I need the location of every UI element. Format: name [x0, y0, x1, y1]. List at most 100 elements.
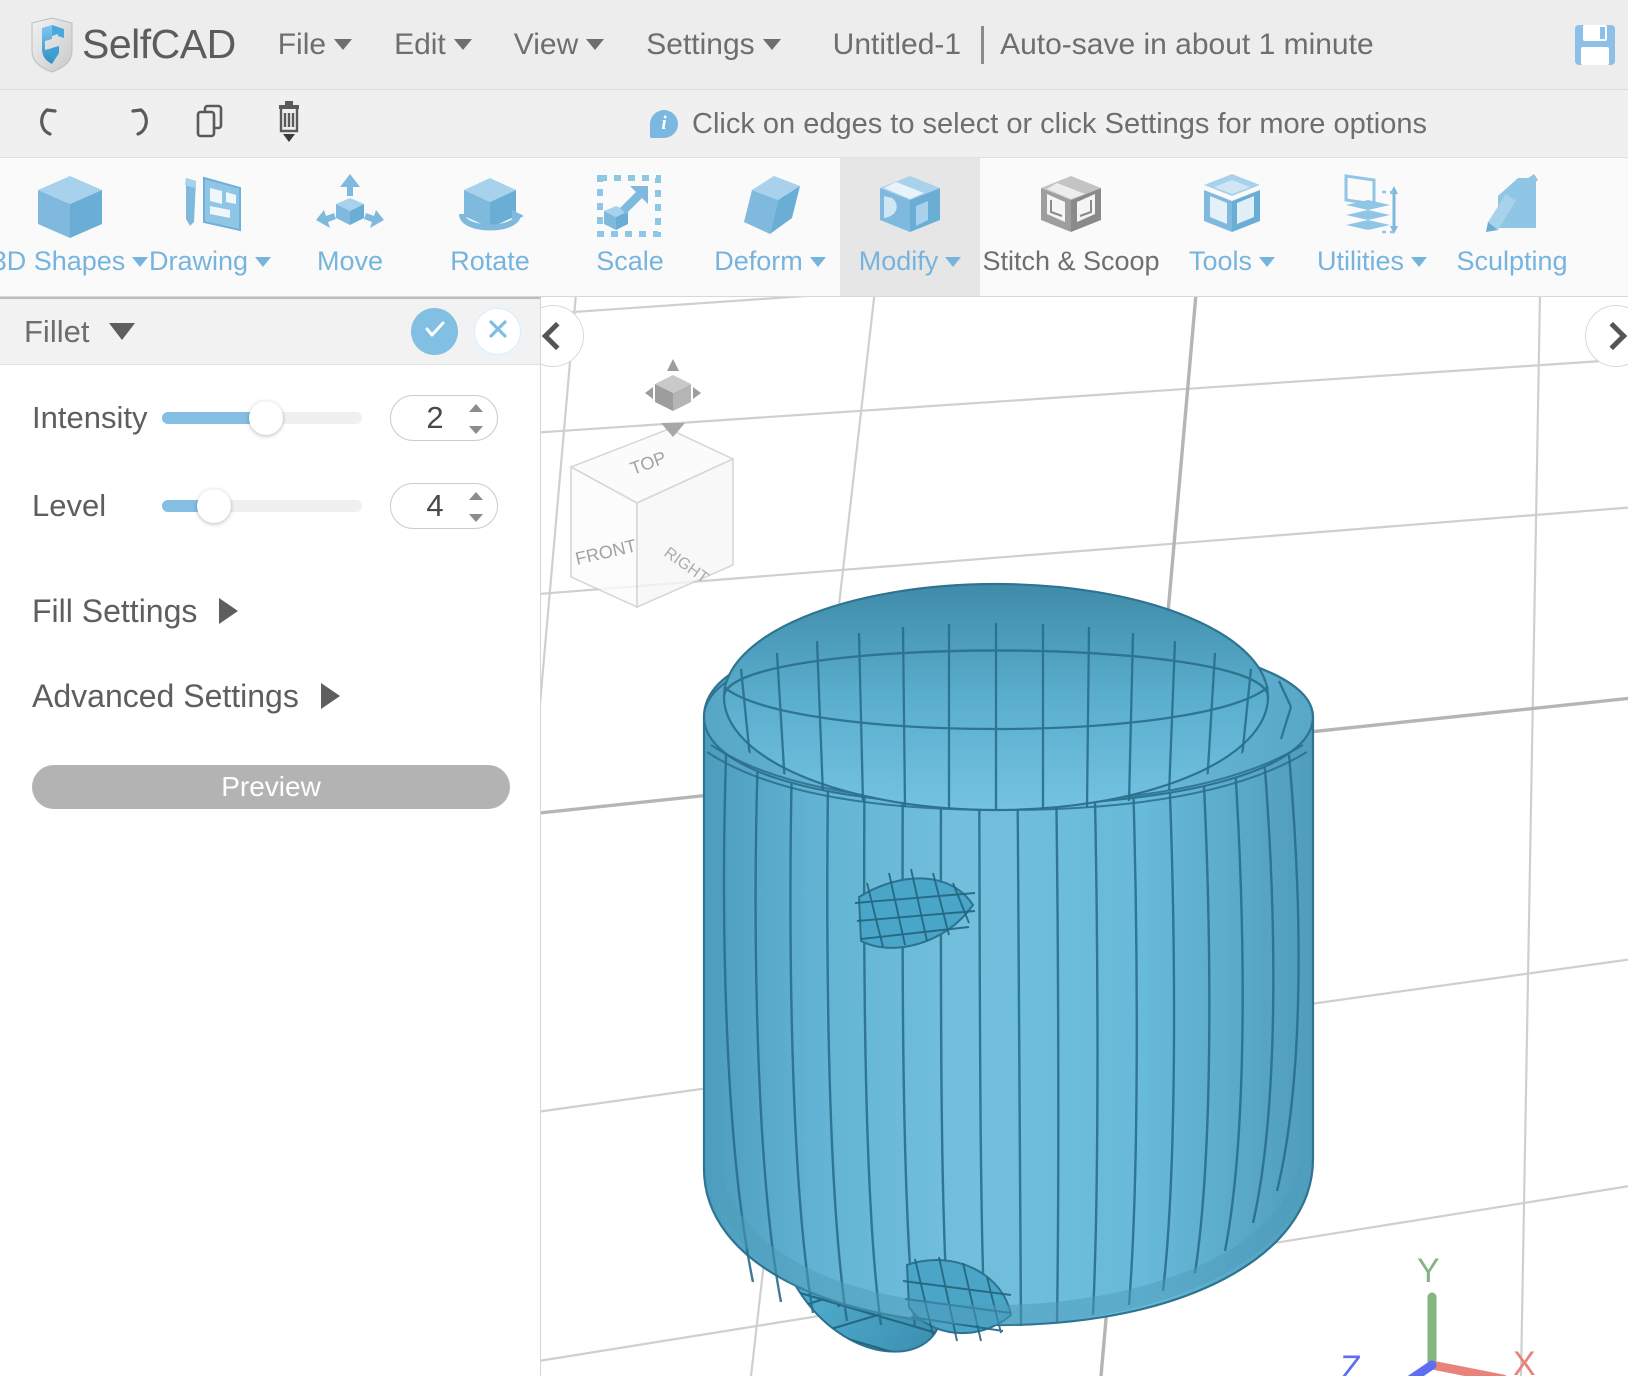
ribbon-item-text: Move [317, 246, 383, 277]
check-icon [422, 316, 448, 347]
ribbon-item-tools[interactable]: Tools [1162, 158, 1302, 296]
brand-name: SelfCAD [82, 21, 236, 68]
intensity-slider[interactable] [162, 412, 362, 424]
axis-label-z: Z [1341, 1349, 1362, 1376]
sculpting-chisel-icon [1472, 170, 1552, 244]
tools-cube-icon [1192, 170, 1272, 244]
preview-button[interactable]: Preview [32, 765, 510, 809]
ribbon-item-text: Rotate [450, 246, 530, 277]
brand-logo[interactable]: SelfCAD [28, 17, 236, 73]
ribbon-item-text: Utilities [1317, 246, 1404, 277]
intensity-stepper[interactable] [469, 404, 483, 434]
delete-button[interactable] [260, 95, 318, 153]
ribbon-item-drawing[interactable]: Drawing [140, 158, 280, 296]
save-button[interactable] [1572, 22, 1618, 73]
menu-view-label: View [514, 28, 578, 62]
pencil-blueprint-icon [170, 170, 250, 244]
intensity-slider-handle[interactable] [249, 401, 283, 435]
undo-arrow-icon [34, 100, 76, 147]
ribbon-item-text: Scale [596, 246, 664, 277]
ribbon-label: Move [317, 246, 383, 277]
chevron-down-icon [810, 257, 826, 267]
utilities-layers-icon [1332, 170, 1412, 244]
level-value: 4 [426, 488, 443, 524]
close-x-icon [485, 316, 511, 347]
ribbon-item-stitch-and-scoop[interactable]: Stitch & Scoop [980, 158, 1162, 296]
menu-bar: SelfCAD File Edit View Settings Untitled… [0, 0, 1628, 90]
panel-header: Fillet [0, 299, 540, 365]
level-slider-handle[interactable] [197, 489, 231, 523]
confirm-button[interactable] [411, 308, 458, 355]
section-advanced-settings[interactable]: Advanced Settings [0, 668, 540, 724]
chevron-down-icon [255, 257, 271, 267]
level-input[interactable]: 4 [390, 483, 498, 529]
scale-cube-icon [590, 170, 670, 244]
caret-right-icon [321, 683, 340, 709]
axis-gizmo: Y X Z [1341, 1252, 1536, 1376]
chevron-right-icon [1599, 322, 1627, 350]
document-title[interactable]: Untitled-1 [833, 28, 961, 62]
section-fill-settings[interactable]: Fill Settings [0, 583, 540, 639]
title-divider [981, 26, 984, 64]
hint-text: Click on edges to select or click Settin… [692, 108, 1427, 141]
copy-pages-icon [190, 100, 232, 147]
ribbon-item-deform[interactable]: Deform [700, 158, 840, 296]
tool-settings-panel: Fillet Intensity [0, 297, 541, 1376]
redo-button[interactable] [104, 95, 162, 153]
undo-button[interactable] [26, 95, 84, 153]
cube-icon [30, 170, 110, 244]
menu-edit-label: Edit [394, 28, 446, 62]
ribbon-item-sculpting[interactable]: Sculpting [1442, 158, 1582, 296]
chevron-down-icon [586, 39, 604, 50]
stepper-up-icon[interactable] [469, 404, 483, 412]
menu-settings[interactable]: Settings [646, 28, 780, 62]
stepper-down-icon[interactable] [469, 514, 483, 522]
fill-settings-label: Fill Settings [32, 593, 197, 630]
advanced-settings-label: Advanced Settings [32, 678, 299, 715]
ribbon-item-modify[interactable]: Modify [840, 158, 980, 296]
ribbon-label: 3D Shapes [0, 246, 148, 277]
ribbon-item-text: Modify [859, 246, 939, 277]
control-row-level: Level 4 [0, 471, 540, 541]
ribbon-item-text: Drawing [149, 246, 248, 277]
ribbon-label: Deform [714, 246, 826, 277]
intensity-input[interactable]: 2 [390, 395, 498, 441]
level-slider[interactable] [162, 500, 362, 512]
ribbon-label: Sculpting [1456, 246, 1567, 277]
menu-view[interactable]: View [514, 28, 604, 62]
intensity-label: Intensity [0, 400, 150, 436]
ribbon-item-3d-shapes[interactable]: 3D Shapes [0, 158, 140, 296]
ribbon-label: Utilities [1317, 246, 1427, 277]
menu-file[interactable]: File [278, 28, 352, 62]
autosave-status: Auto-save in about 1 minute [1000, 28, 1374, 62]
copy-button[interactable] [182, 95, 240, 153]
stepper-down-icon[interactable] [469, 426, 483, 434]
stepper-up-icon[interactable] [469, 492, 483, 500]
mug-model[interactable] [691, 584, 1313, 1376]
ribbon-item-rotate[interactable]: Rotate [420, 158, 560, 296]
menu-file-label: File [278, 28, 326, 62]
intensity-value: 2 [426, 400, 443, 436]
menu-edit[interactable]: Edit [394, 28, 472, 62]
redo-arrow-icon [112, 100, 154, 147]
hint-message: i Click on edges to select or click Sett… [650, 90, 1427, 158]
chevron-down-icon [763, 39, 781, 50]
viewport-3d[interactable]: TOP FRONT RIGHT [541, 297, 1628, 1376]
ribbon-item-scale[interactable]: Scale [560, 158, 700, 296]
level-stepper[interactable] [469, 492, 483, 522]
ribbon-item-text: 3D Shapes [0, 246, 125, 277]
caret-down-icon[interactable] [109, 323, 135, 340]
menu-settings-label: Settings [646, 28, 754, 62]
ribbon-label: Scale [596, 246, 664, 277]
stitch-scoop-icon [1031, 170, 1111, 244]
panel-title: Fillet [24, 314, 89, 350]
modify-cube-icon [870, 170, 950, 244]
ribbon-label: Modify [859, 246, 962, 277]
ribbon-item-text: Sculpting [1456, 246, 1567, 277]
ribbon-item-text: Tools [1189, 246, 1252, 277]
control-row-intensity: Intensity 2 [0, 383, 540, 453]
ribbon-item-move[interactable]: Move [280, 158, 420, 296]
chevron-down-icon [1411, 257, 1427, 267]
cancel-button[interactable] [474, 308, 521, 355]
ribbon-item-utilities[interactable]: Utilities [1302, 158, 1442, 296]
